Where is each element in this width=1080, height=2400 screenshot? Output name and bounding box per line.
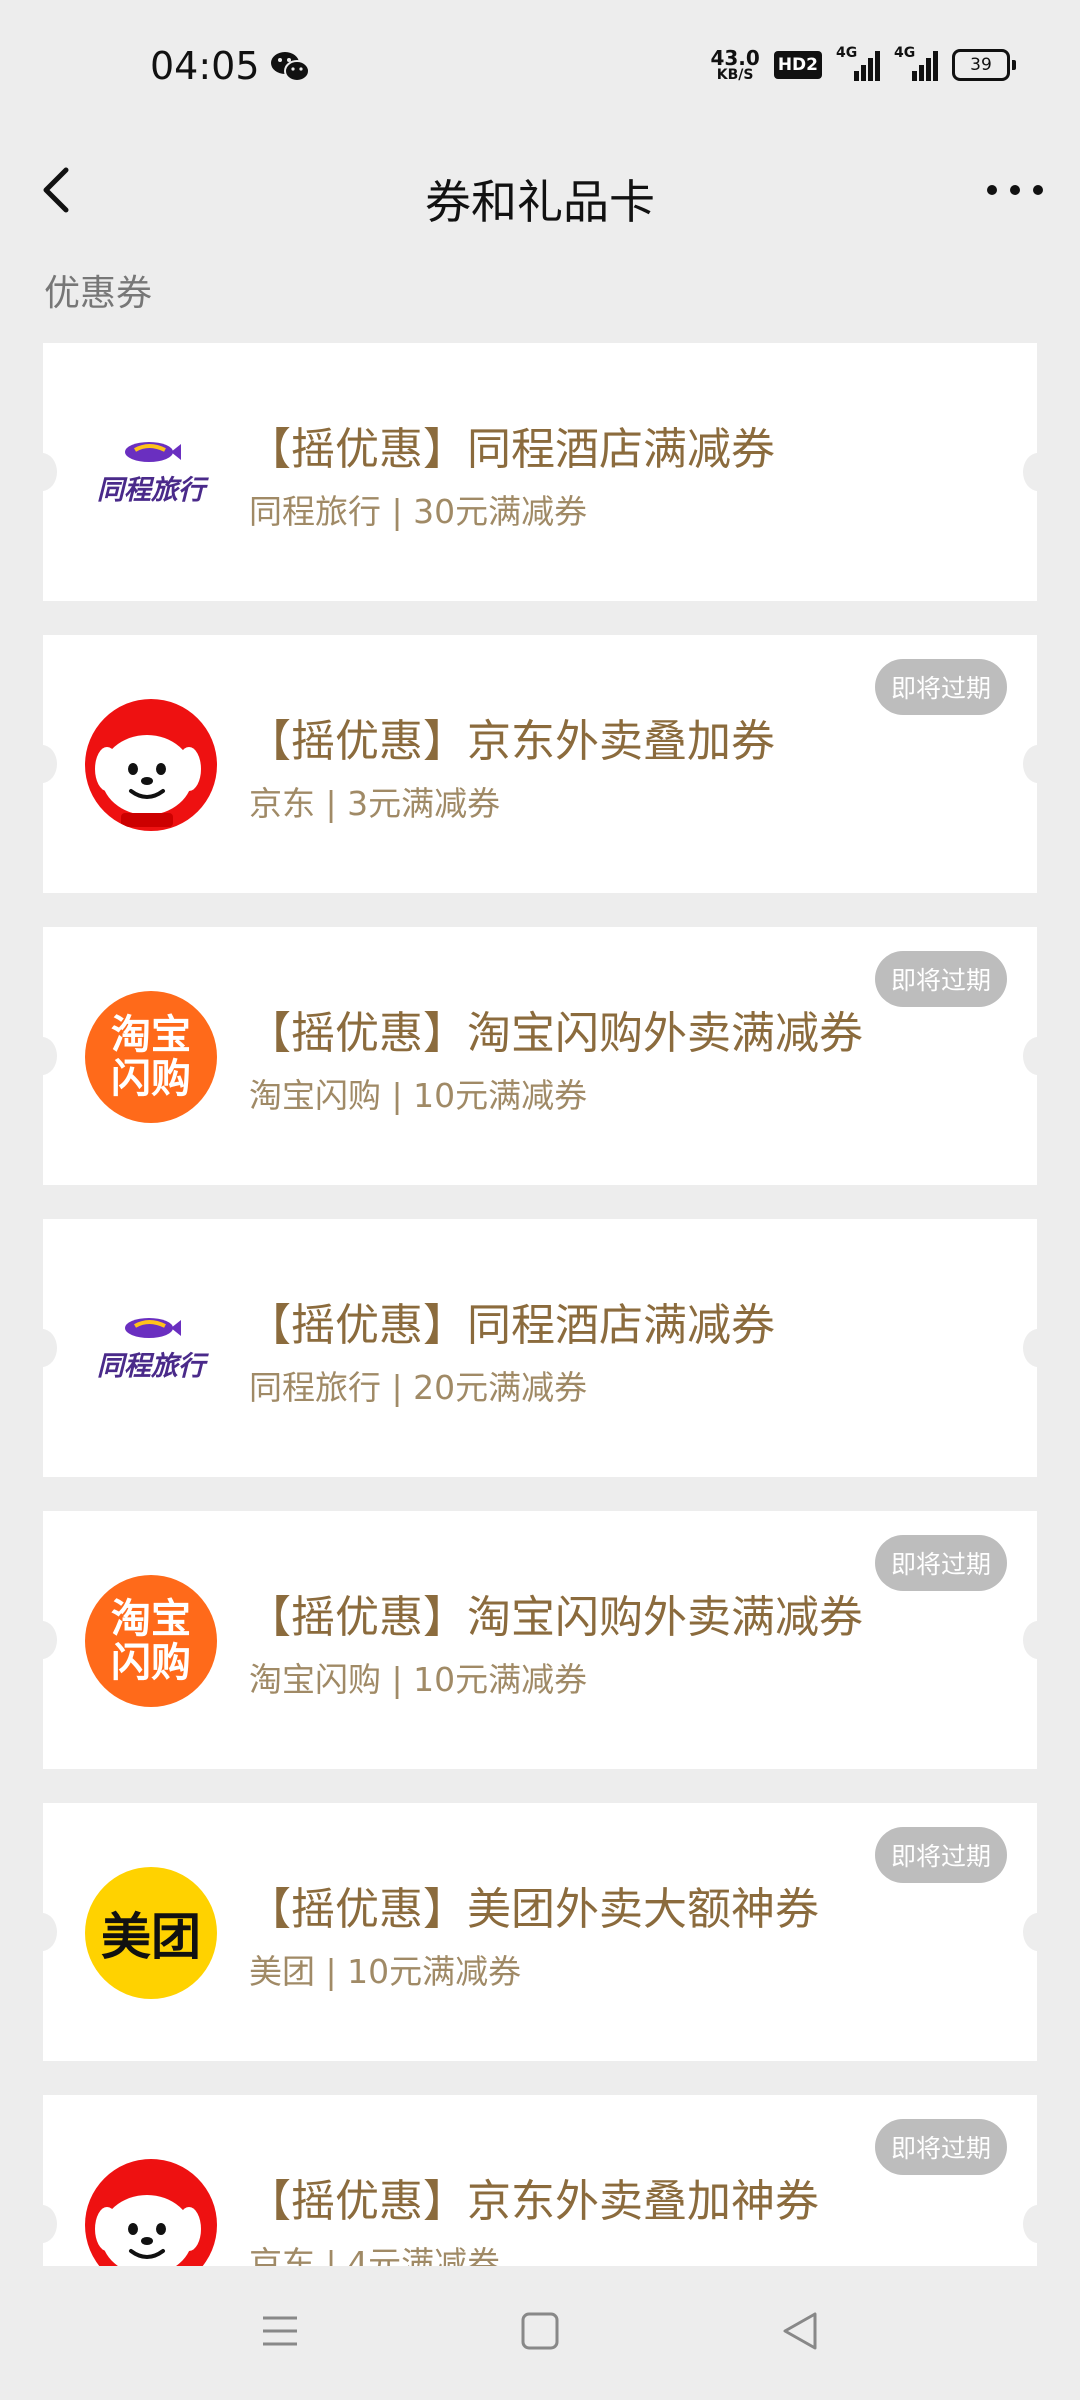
logo-text: 同程旅行 [97,474,205,506]
jd-dog-logo-icon [85,699,217,831]
coupon-subtitle: 同程旅行 | 20元满减券 [249,1368,588,1407]
coupon-subtitle: 京东 | 3元满减券 [249,784,501,823]
signal-label: 4G [836,45,858,61]
coupon-title: 【摇优惠】京东外卖叠加券 [247,716,775,767]
menu-icon[interactable] [255,2306,305,2356]
signal-icon: 4G [836,45,880,81]
coupon-title: 【摇优惠】美团外卖大额神券 [247,1884,819,1935]
page-title: 券和礼品卡 [425,175,655,229]
coupon-card[interactable]: 【摇优惠】京东外卖叠加神券京东 | 4元满减券 即将过期 [43,2095,1037,2266]
coupon-list: 同程旅行 【摇优惠】同程酒店满减券 同程旅行 | 30元满减券 【摇优惠】京东外卖叠加… [43,343,1037,2266]
taobao-shangou-logo-icon: 淘宝闪购 [85,1575,217,1707]
coupon-card[interactable]: 美团 【摇优惠】美团外卖大额神券美团 | 10元满减券 即将过期 [43,1803,1037,2061]
coupon-subtitle: 美团 | 10元满减券 [249,1952,522,1991]
coupon-subtitle: 同程旅行 | 30元满减券 [249,492,588,531]
expiring-badge: 即将过期 [874,1535,1007,1591]
back-triangle-icon[interactable] [775,2306,825,2356]
logo-text: 淘宝闪购 [111,1012,191,1102]
status-time: 04:05 [150,44,260,88]
battery-level: 39 [952,49,1010,81]
logo-text: 淘宝闪购 [111,1596,191,1686]
section-title-coupons: 优惠券 [44,273,153,314]
tongcheng-logo-icon: 同程旅行 [85,1283,217,1415]
status-indicators: 43.0 KB/S HD2 4G 4G 39 [710,44,1016,86]
coupon-title: 【摇优惠】同程酒店满减券 [247,1300,775,1351]
coupon-card[interactable]: 同程旅行 【摇优惠】同程酒店满减券同程旅行 | 30元满减券 [43,343,1037,601]
expiring-badge: 即将过期 [874,2119,1007,2175]
coupon-title: 【摇优惠】京东外卖叠加神券 [247,2176,819,2227]
logo-text: 美团 [101,1908,201,1966]
taobao-shangou-logo-icon: 淘宝闪购 [85,991,217,1123]
wechat-icon [271,52,310,82]
coupon-card[interactable]: 【摇优惠】京东外卖叠加券京东 | 3元满减券 即将过期 [43,635,1037,893]
battery-icon: 39 [952,49,1016,81]
meituan-logo-icon: 美团 [85,1867,217,1999]
more-dots-icon[interactable] [980,160,1050,220]
expiring-badge: 即将过期 [874,659,1007,715]
coupon-subtitle: 淘宝闪购 | 10元满减券 [249,1076,588,1115]
tongcheng-logo-icon: 同程旅行 [85,407,217,539]
network-speed-value: 43.0 [710,46,760,70]
jd-dog-logo-icon [85,2159,217,2266]
coupon-subtitle: 淘宝闪购 | 10元满减券 [249,1660,588,1699]
coupon-card[interactable]: 淘宝闪购 【摇优惠】淘宝闪购外卖满减券淘宝闪购 | 10元满减券 即将过期 [43,927,1037,1185]
expiring-badge: 即将过期 [874,1827,1007,1883]
status-bar: 04:05 43.0 KB/S HD2 4G 4G 39 [0,0,1080,130]
hd-voice-icon: HD2 [773,51,822,79]
coupon-card[interactable]: 淘宝闪购 【摇优惠】淘宝闪购外卖满减券淘宝闪购 | 10元满减券 即将过期 [43,1511,1037,1769]
system-nav-bar [0,2266,1080,2400]
network-speed-unit: KB/S [716,67,754,83]
network-speed: 43.0 KB/S [710,48,759,82]
expiring-badge: 即将过期 [874,951,1007,1007]
nav-bar: 券和礼品卡 [0,130,1080,250]
coupon-subtitle: 京东 | 4元满减券 [249,2244,501,2266]
home-square-icon[interactable] [515,2306,565,2356]
coupon-card[interactable]: 同程旅行 【摇优惠】同程酒店满减券同程旅行 | 20元满减券 [43,1219,1037,1477]
signal-icon-2: 4G [894,45,938,81]
logo-text: 同程旅行 [97,1350,205,1382]
coupon-title: 【摇优惠】同程酒店满减券 [247,424,775,475]
signal-label-2: 4G [894,45,916,61]
coupon-title: 【摇优惠】淘宝闪购外卖满减券 [247,1008,863,1059]
coupon-title: 【摇优惠】淘宝闪购外卖满减券 [247,1592,863,1643]
